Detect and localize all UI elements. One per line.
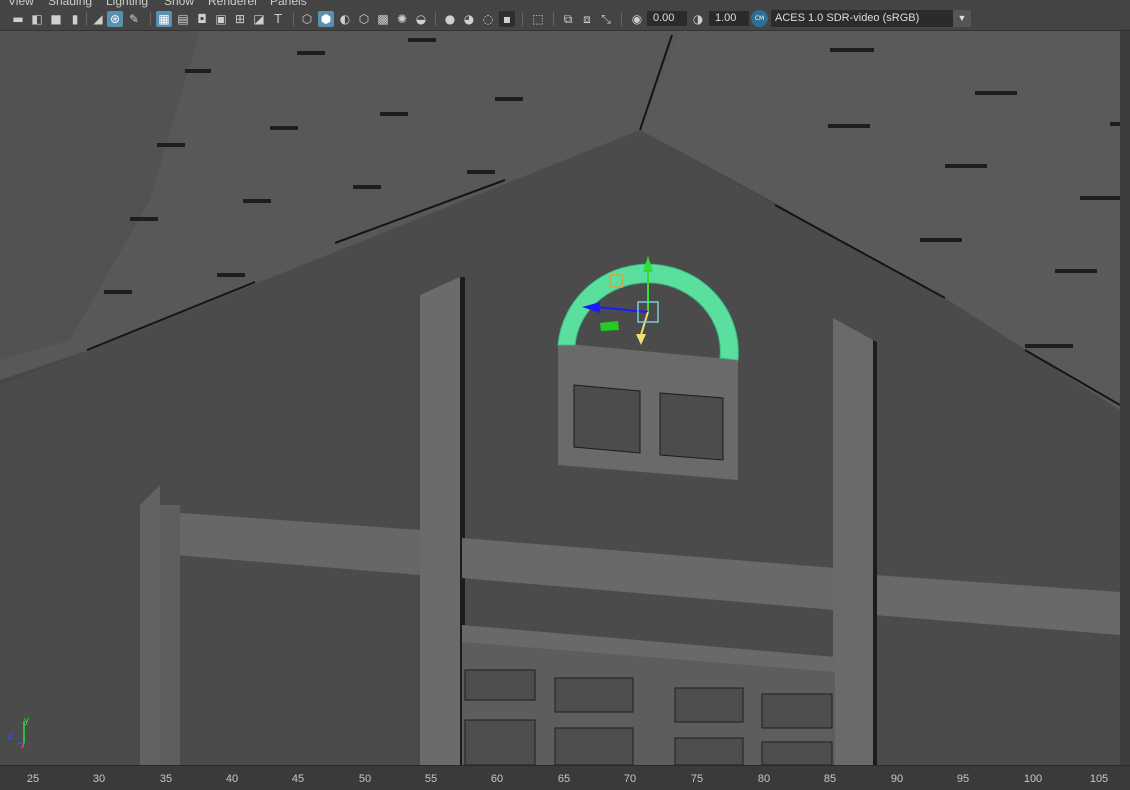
viewport-toolbar: ▬ ◧ ■ ▮ ◢ ⊛ ✎ ▦ ▤ ◘ ▣ ⊞ ◪ T ⬡ ⬢ ◐ ⬡ ▩ ✺ … (0, 8, 1130, 31)
grid-icon[interactable]: ▦ (156, 11, 172, 27)
grease-pencil-icon[interactable]: ✎ (126, 11, 142, 27)
timeline-tick: 75 (690, 773, 704, 785)
image-plane-icon[interactable]: ◢ (90, 11, 106, 27)
textured-icon[interactable]: ▩ (375, 11, 391, 27)
smooth-shade-icon[interactable]: ⬢ (318, 11, 334, 27)
camera-select-icon[interactable]: ▬ (10, 11, 26, 27)
viewport-scrollbar[interactable] (1120, 31, 1130, 765)
timeline-tick: 70 (623, 773, 637, 785)
xray-active-components-icon[interactable]: ⧈ (579, 11, 595, 27)
shadows-icon[interactable]: ◒ (413, 11, 429, 27)
timeline-tick: 45 (291, 773, 305, 785)
isolate-select-icon[interactable]: ⬚ (530, 11, 546, 27)
3d-viewport[interactable]: y z (0, 31, 1120, 765)
viewport-menu-bar: View Shading Lighting Show Renderer Pane… (0, 0, 1130, 8)
2d-pan-zoom-icon[interactable]: ⊛ (107, 11, 123, 27)
timeline-tick: 40 (225, 773, 239, 785)
exposure-field[interactable]: 0.00 (647, 11, 687, 26)
menu-renderer[interactable]: Renderer (208, 0, 258, 8)
xray-joints-icon[interactable]: ⤡ (598, 11, 614, 27)
timeline-tick: 100 (1023, 773, 1043, 785)
lights-icon[interactable]: ✺ (394, 11, 410, 27)
timeline-tick: 90 (890, 773, 904, 785)
default-material-icon[interactable]: ◐ (337, 11, 353, 27)
scene-render (0, 31, 1120, 765)
safe-action-icon[interactable]: ◪ (251, 11, 267, 27)
multisample-aa-icon[interactable]: ◌ (480, 11, 496, 27)
gable-window (558, 343, 738, 480)
field-chart-icon[interactable]: ⊞ (232, 11, 248, 27)
color-space-label: ACES 1.0 SDR-video (sRGB) (775, 12, 920, 24)
chevron-down-icon[interactable]: ▼ (953, 10, 971, 27)
menu-panels[interactable]: Panels (270, 0, 307, 8)
safe-title-icon[interactable]: T (270, 11, 286, 27)
gamma-field[interactable]: 1.00 (709, 11, 749, 26)
film-gate-icon[interactable]: ▤ (175, 11, 191, 27)
menu-show[interactable]: Show (164, 0, 194, 8)
axis-y-label: y (24, 716, 30, 726)
wireframe-on-shaded-icon[interactable]: ⬡ (356, 11, 372, 27)
camera-attributes-icon[interactable]: ◧ (29, 11, 45, 27)
wireframe-icon[interactable]: ⬡ (299, 11, 315, 27)
timeline-tick: 50 (358, 773, 372, 785)
bookmark-icon[interactable]: ▮ (67, 11, 83, 27)
color-space-dropdown[interactable]: ACES 1.0 SDR-video (sRGB) ▼ (771, 10, 971, 27)
gate-mask-icon[interactable]: ▣ (213, 11, 229, 27)
color-management-icon[interactable]: CM (751, 10, 768, 27)
camera-lock-icon[interactable]: ■ (48, 11, 64, 27)
depth-of-field-icon[interactable]: ▪ (499, 11, 515, 27)
menu-lighting[interactable]: Lighting (106, 0, 148, 8)
axis-indicator: y z (8, 716, 30, 749)
timeline-tick: 35 (159, 773, 173, 785)
exposure-icon[interactable]: ◉ (629, 11, 645, 27)
timeline-tick: 65 (557, 773, 571, 785)
timeline-tick: 60 (490, 773, 504, 785)
axis-z-label: z (8, 732, 13, 742)
timeline-tick: 95 (956, 773, 970, 785)
menu-view[interactable]: View (8, 0, 34, 8)
resolution-gate-icon[interactable]: ◘ (194, 11, 210, 27)
motion-blur-icon[interactable]: ◕ (461, 11, 477, 27)
screen-space-ao-icon[interactable]: ● (442, 11, 458, 27)
timeline-tick: 25 (26, 773, 40, 785)
timeline-tick: 55 (424, 773, 438, 785)
timeline-tick: 85 (823, 773, 837, 785)
timeline-tick: 105 (1089, 773, 1109, 785)
timeline-tick: 30 (92, 773, 106, 785)
gamma-icon[interactable]: ◑ (690, 11, 706, 27)
time-slider[interactable]: 25 30 35 40 45 50 55 60 65 70 75 80 85 9… (0, 765, 1130, 790)
timeline-tick: 80 (757, 773, 771, 785)
menu-shading[interactable]: Shading (48, 0, 92, 8)
xray-icon[interactable]: ⧉ (560, 11, 576, 27)
